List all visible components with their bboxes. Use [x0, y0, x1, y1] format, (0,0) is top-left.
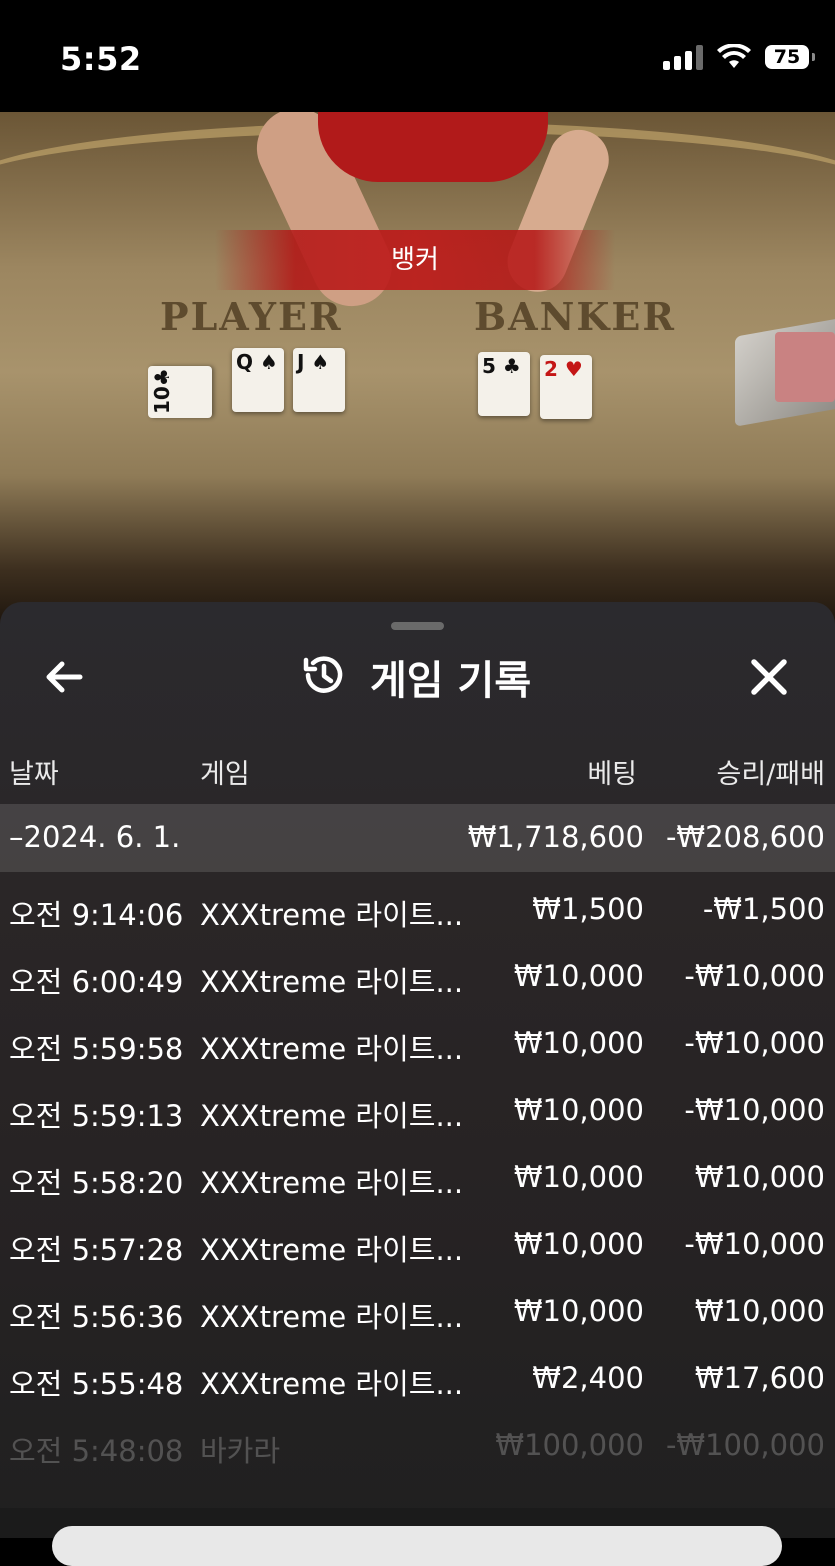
- history-row[interactable]: 오전 9:14:06 XXXtreme 라이트... ₩1,500 -₩1,50…: [0, 876, 835, 943]
- column-headers: 날짜 게임 베팅 승리/패배: [0, 752, 835, 792]
- date-group-bet-total: ₩1,718,600: [467, 820, 644, 854]
- row-result: -₩10,000: [684, 959, 825, 993]
- player-label: PLAYER: [160, 294, 343, 339]
- sheet-title: 게임 기록: [370, 658, 532, 704]
- banker-label: BANKER: [474, 294, 676, 339]
- row-time: 오전 5:59:58: [9, 1032, 184, 1066]
- banker-card-2: 2 ♥: [540, 355, 592, 419]
- date-group-result-total: -₩208,600: [665, 820, 825, 854]
- row-game: XXXtreme 라이트...: [200, 1367, 464, 1401]
- row-bet: ₩10,000: [513, 1160, 644, 1194]
- row-result: ₩10,000: [694, 1160, 825, 1194]
- row-result: ₩10,000: [694, 1294, 825, 1328]
- row-game: XXXtreme 라이트...: [200, 1166, 464, 1200]
- history-row[interactable]: 오전 6:00:49 XXXtreme 라이트... ₩10,000 -₩10,…: [0, 943, 835, 1010]
- row-time: 오전 6:00:49: [9, 965, 184, 999]
- status-icons: 75: [663, 44, 815, 70]
- banker-card-1: 5 ♣: [478, 352, 530, 416]
- row-result: -₩10,000: [684, 1026, 825, 1060]
- row-bet: ₩10,000: [513, 1026, 644, 1060]
- row-game: XXXtreme 라이트...: [200, 898, 464, 932]
- game-history-sheet: 게임 기록 날짜 게임 베팅 승리/패배 –2024. 6. 1. ₩1,718…: [0, 602, 835, 1538]
- dealer: [318, 112, 548, 182]
- row-game: XXXtreme 라이트...: [200, 1099, 464, 1133]
- card-shoe-card: [775, 332, 835, 402]
- history-row[interactable]: 오전 5:59:13 XXXtreme 라이트... ₩10,000 -₩10,…: [0, 1077, 835, 1144]
- history-row[interactable]: 오전 5:48:08 바카라 ₩100,000 -₩100,000: [0, 1412, 835, 1479]
- wifi-icon: [717, 44, 751, 68]
- row-bet: ₩1,500: [532, 892, 644, 926]
- status-time: 5:52: [60, 40, 142, 78]
- row-result: -₩10,000: [684, 1093, 825, 1127]
- row-bet: ₩10,000: [513, 1227, 644, 1261]
- row-result: -₩10,000: [684, 1227, 825, 1261]
- live-video: 뱅커 PLAYER BANKER 10♣ Q ♠ J ♠ 5 ♣ 2 ♥: [0, 112, 835, 632]
- row-time: 오전 5:57:28: [9, 1233, 184, 1267]
- row-time: 오전 9:14:06: [9, 898, 184, 932]
- close-button[interactable]: [744, 652, 794, 702]
- row-game: XXXtreme 라이트...: [200, 1032, 464, 1066]
- row-bet: ₩10,000: [513, 1093, 644, 1127]
- row-bet: ₩100,000: [495, 1428, 644, 1462]
- column-header-game[interactable]: 게임: [200, 752, 250, 791]
- row-time: 오전 5:59:13: [9, 1099, 184, 1133]
- row-game: 바카라: [200, 1434, 281, 1468]
- result-banner: 뱅커: [215, 230, 615, 290]
- history-icon: [303, 656, 343, 693]
- row-result: -₩1,500: [702, 892, 825, 926]
- row-bet: ₩10,000: [513, 1294, 644, 1328]
- row-game: XXXtreme 라이트...: [200, 1300, 464, 1334]
- row-time: 오전 5:48:08: [9, 1434, 184, 1468]
- row-result: ₩17,600: [694, 1361, 825, 1395]
- row-game: XXXtreme 라이트...: [200, 1233, 464, 1267]
- row-bet: ₩2,400: [532, 1361, 644, 1395]
- status-bar: 5:52 75: [0, 0, 835, 112]
- history-row[interactable]: 오전 5:58:20 XXXtreme 라이트... ₩10,000 ₩10,0…: [0, 1144, 835, 1211]
- row-time: 오전 5:55:48: [9, 1367, 184, 1401]
- history-row[interactable]: 오전 5:59:58 XXXtreme 라이트... ₩10,000 -₩10,…: [0, 1010, 835, 1077]
- history-row[interactable]: 오전 5:57:28 XXXtreme 라이트... ₩10,000 -₩10,…: [0, 1211, 835, 1278]
- row-game: XXXtreme 라이트...: [200, 965, 464, 999]
- battery-icon: 75: [765, 45, 815, 69]
- bottom-input-bar[interactable]: [52, 1526, 782, 1566]
- player-card-2: Q ♠: [232, 348, 284, 412]
- row-time: 오전 5:56:36: [9, 1300, 184, 1334]
- signal-icon: [663, 44, 703, 70]
- drag-handle[interactable]: [391, 622, 444, 630]
- back-arrow-icon: [46, 661, 83, 693]
- column-header-date[interactable]: 날짜: [9, 752, 59, 791]
- player-card-1: 10♣: [148, 366, 212, 418]
- column-header-result[interactable]: 승리/패배: [717, 752, 825, 791]
- date-group-row[interactable]: –2024. 6. 1. ₩1,718,600 -₩208,600: [0, 804, 835, 872]
- date-group-date: –2024. 6. 1.: [9, 820, 181, 854]
- close-icon: [751, 659, 787, 695]
- back-button[interactable]: [40, 652, 90, 702]
- column-header-bet[interactable]: 베팅: [587, 752, 637, 791]
- history-row[interactable]: 오전 5:56:36 XXXtreme 라이트... ₩10,000 ₩10,0…: [0, 1278, 835, 1345]
- row-time: 오전 5:58:20: [9, 1166, 184, 1200]
- row-result: -₩100,000: [665, 1428, 825, 1462]
- history-list: 오전 9:14:06 XXXtreme 라이트... ₩1,500 -₩1,50…: [0, 876, 835, 1479]
- row-bet: ₩10,000: [513, 959, 644, 993]
- player-card-3: J ♠: [293, 348, 345, 412]
- history-row[interactable]: 오전 5:55:48 XXXtreme 라이트... ₩2,400 ₩17,60…: [0, 1345, 835, 1412]
